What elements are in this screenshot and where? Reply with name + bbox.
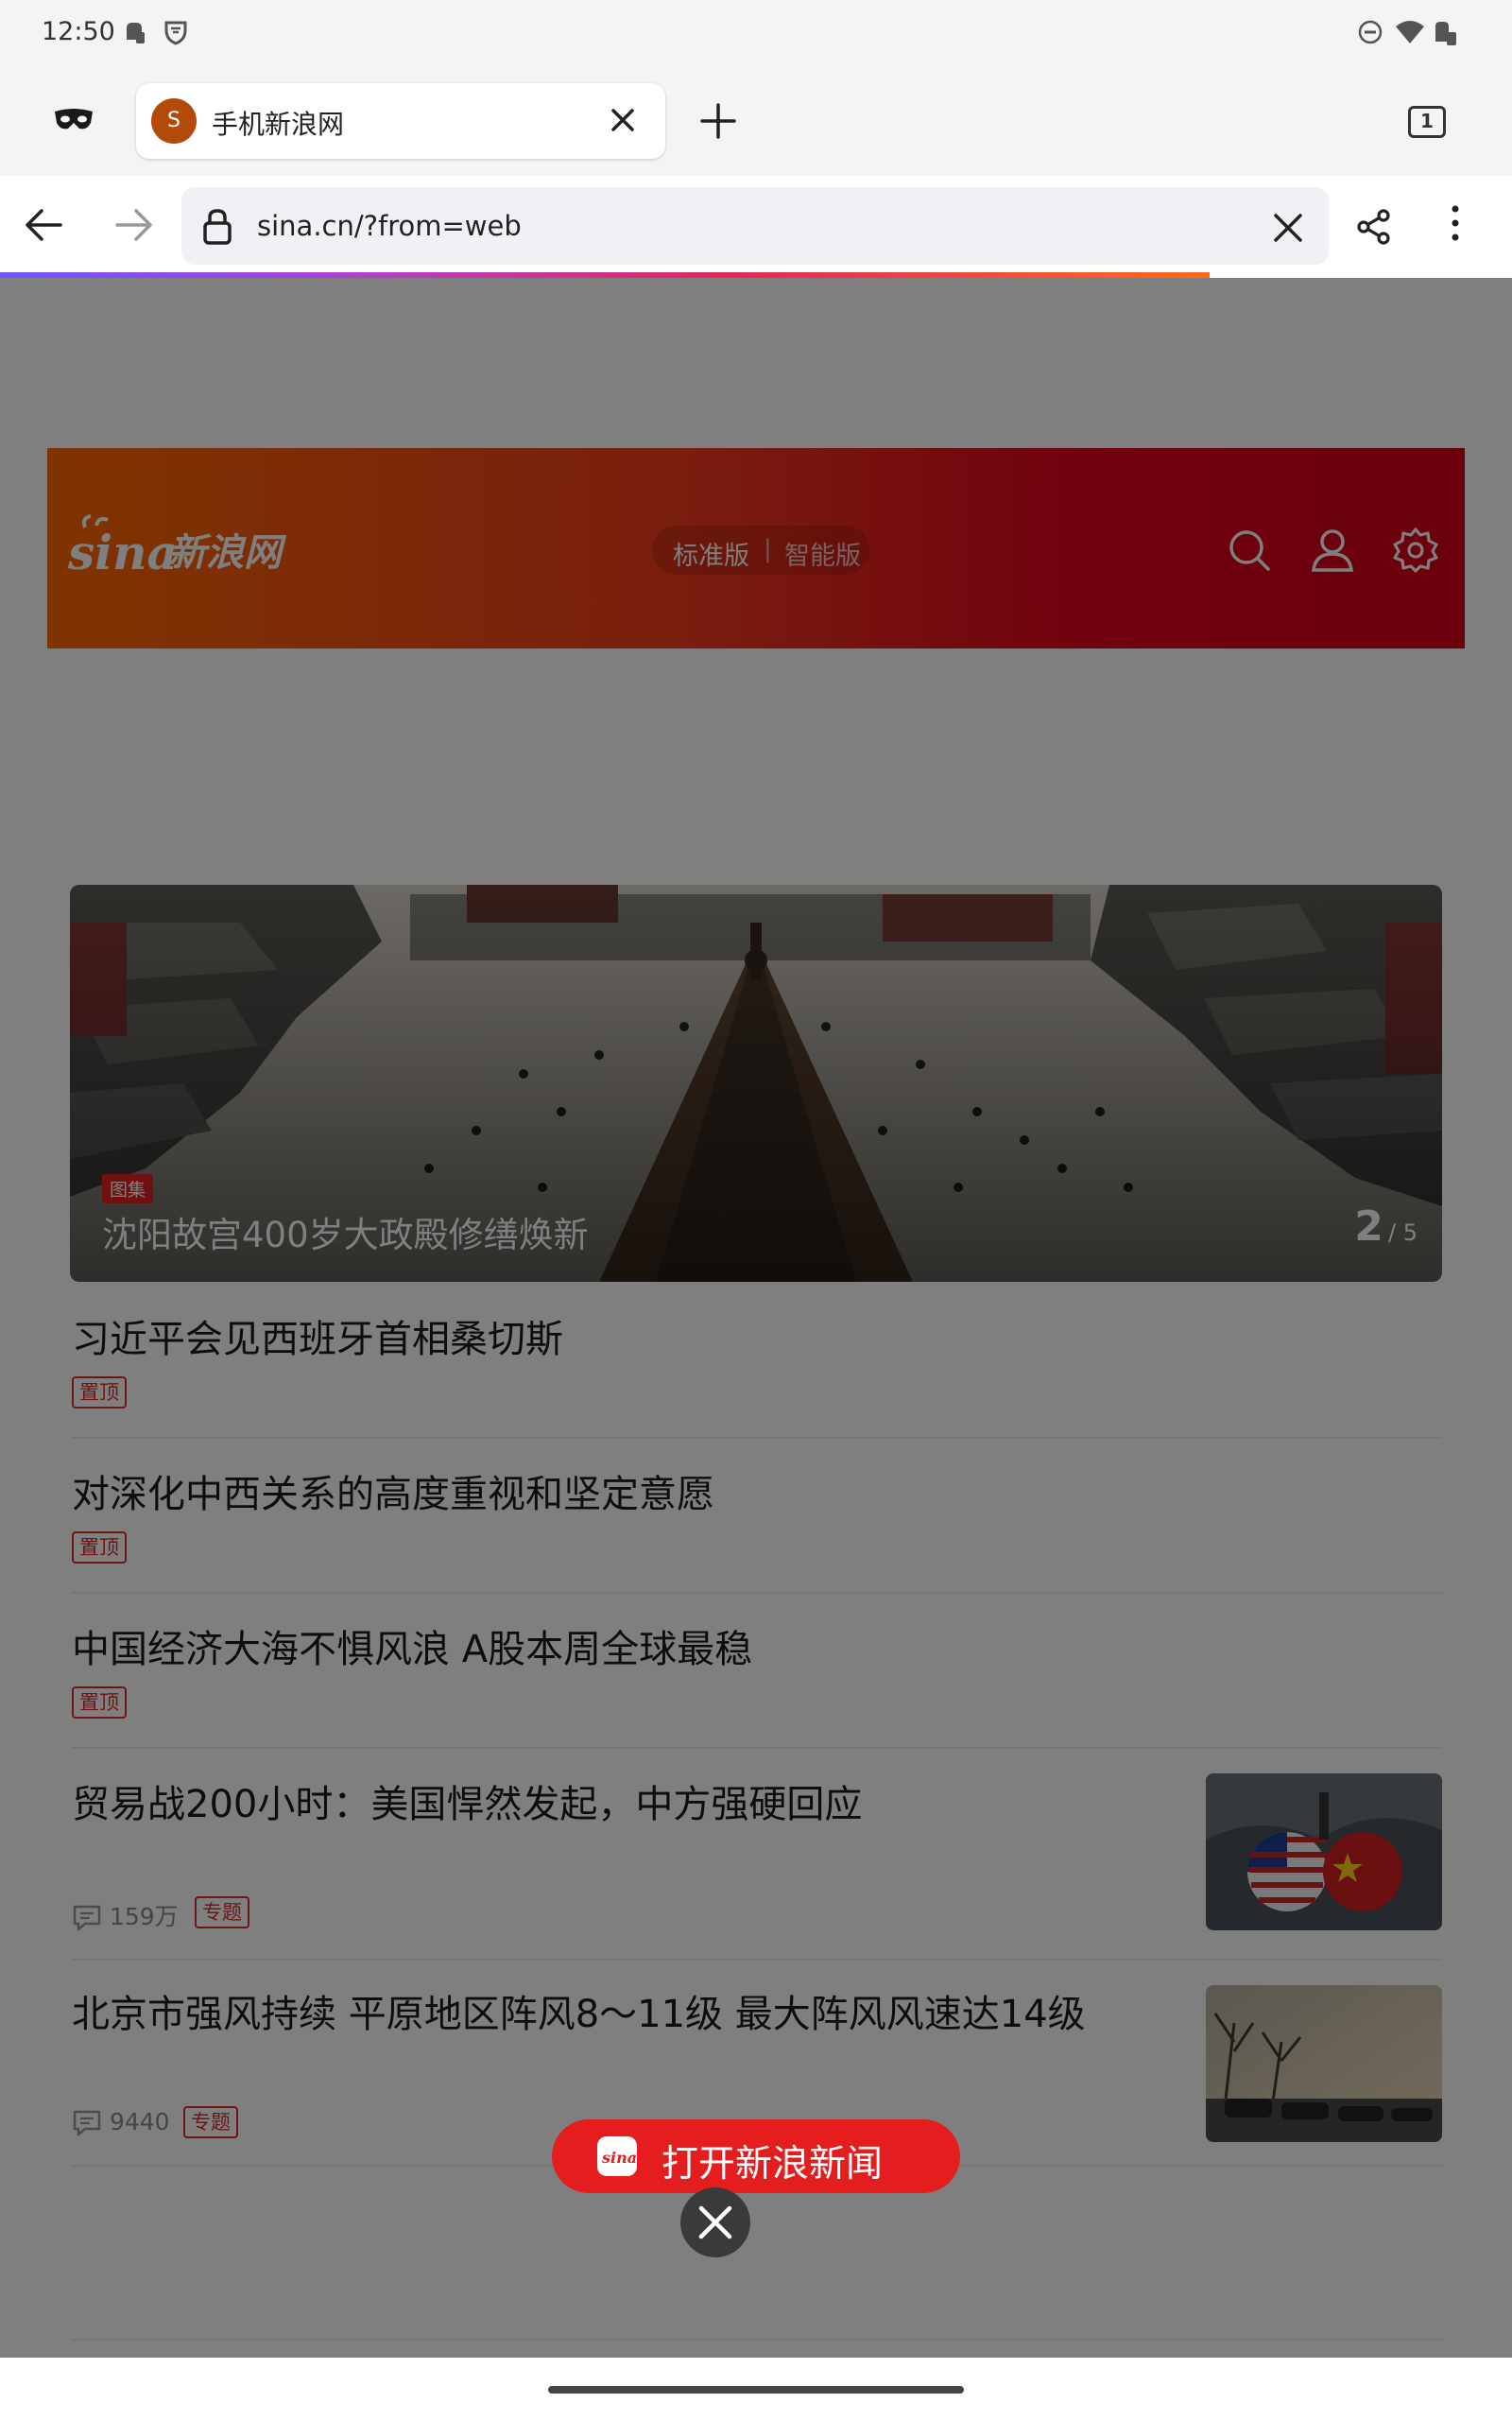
divider <box>72 1959 1442 1961</box>
settings-gear-icon[interactable] <box>1393 527 1438 577</box>
close-banner-button[interactable] <box>680 2187 750 2257</box>
version-separator: | <box>764 535 772 563</box>
svg-text:sina: sina <box>601 2149 637 2167</box>
news-meta: 159万 <box>72 1898 179 1932</box>
close-icon[interactable] <box>680 2187 750 2257</box>
status-bar: 12:50 <box>0 0 1512 68</box>
tab-strip: S 手机新浪网 1 <box>0 68 1512 176</box>
news-title[interactable]: 对深化中西关系的高度重视和坚定意愿 <box>72 1463 714 1518</box>
svg-text:sina: sina <box>68 525 178 580</box>
version-standard[interactable]: 标准版 <box>673 535 749 572</box>
sina-news-app-icon: sina <box>597 2136 637 2176</box>
divider <box>72 1437 1442 1439</box>
comment-count: 9440 <box>109 2108 170 2135</box>
news-title[interactable]: 中国经济大海不惧风浪 A股本周全球最稳 <box>72 1618 752 1673</box>
news-thumbnail[interactable] <box>1206 1773 1442 1930</box>
pinned-badge: 置顶 <box>72 1376 127 1409</box>
news-title[interactable]: 北京市强风持续 平原地区阵风8～11级 最大阵风风速达14级 <box>72 1983 1086 2038</box>
site-favicon: S <box>151 98 197 144</box>
open-sina-news-button[interactable]: sina 打开新浪新闻 <box>552 2119 960 2193</box>
share-icon[interactable] <box>1355 208 1393 250</box>
navigation-bar: sina.cn/?from=web <box>0 176 1512 276</box>
wifi-icon <box>1395 19 1425 49</box>
topic-badge: 专题 <box>183 2106 238 2138</box>
hero-page-total: / 5 <box>1388 1219 1418 1246</box>
topic-badge: 专题 <box>195 1896 249 1928</box>
user-icon[interactable] <box>1310 527 1355 577</box>
divider <box>72 1592 1442 1594</box>
version-switch[interactable]: 标准版 | 智能版 <box>652 526 869 575</box>
status-time: 12:50 <box>42 17 115 46</box>
home-gesture-bar[interactable] <box>548 2386 964 2394</box>
url-field[interactable]: sina.cn/?from=web <box>181 187 1329 265</box>
open-sina-news-label[interactable]: 打开新浪新闻 <box>662 2135 883 2187</box>
divider <box>72 2339 1442 2341</box>
sina-logo[interactable]: sina 新浪网 <box>67 514 314 588</box>
news-thumbnail[interactable] <box>1206 1985 1442 2142</box>
comment-count: 159万 <box>109 1903 179 1930</box>
news-title[interactable]: 习近平会见西班牙首相桑切斯 <box>72 1308 563 1363</box>
vpn-shield-icon <box>163 19 189 49</box>
news-title[interactable]: 贸易战200小时：美国悍然发起，中方强硬回应 <box>72 1773 862 1828</box>
pinned-badge: 置顶 <box>72 1686 127 1719</box>
news-meta: 9440 <box>72 2108 170 2137</box>
private-mask-icon[interactable] <box>53 106 94 136</box>
more-menu-icon[interactable] <box>1450 204 1461 246</box>
pinned-badge: 置顶 <box>72 1531 127 1564</box>
new-tab-plus-icon[interactable] <box>699 102 737 144</box>
tab-close-icon[interactable] <box>607 104 639 140</box>
tab-title: 手机新浪网 <box>212 109 345 140</box>
tab-count-button[interactable]: 1 <box>1408 106 1446 138</box>
sina-header: sina 新浪网 标准版 | 智能版 <box>47 448 1465 648</box>
lock-icon[interactable] <box>202 208 232 250</box>
clear-url-icon[interactable] <box>1272 212 1304 248</box>
notification-icon <box>123 19 146 49</box>
svg-text:新浪网: 新浪网 <box>168 531 287 575</box>
battery-icon <box>1433 19 1459 51</box>
active-tab[interactable]: S 手机新浪网 <box>136 83 665 159</box>
do-not-disturb-icon <box>1357 19 1383 49</box>
url-text[interactable]: sina.cn/?from=web <box>257 210 522 242</box>
comment-icon <box>73 1905 101 1931</box>
hero-page-current: 2 <box>1354 1202 1383 1251</box>
hero-pager: 2 / 5 <box>1354 1202 1418 1251</box>
web-page: sina 新浪网 标准版 | 智能版 新闻财经体育娱乐军事科技视频直播美图NBA… <box>0 278 1512 2360</box>
version-smart[interactable]: 智能版 <box>784 535 861 572</box>
gesture-nav-area <box>0 2358 1512 2420</box>
divider <box>72 1747 1442 1749</box>
back-arrow-icon[interactable] <box>25 208 62 246</box>
forward-arrow-icon[interactable] <box>115 208 153 246</box>
hero-slideshow[interactable]: 图集 沈阳故宫400岁大政殿修缮焕新 2 / 5 <box>70 885 1442 1282</box>
comment-icon <box>73 2110 101 2136</box>
hero-tag: 图集 <box>102 1174 154 1203</box>
search-icon[interactable] <box>1227 527 1272 577</box>
hero-title[interactable]: 沈阳故宫400岁大政殿修缮焕新 <box>102 1206 589 1257</box>
